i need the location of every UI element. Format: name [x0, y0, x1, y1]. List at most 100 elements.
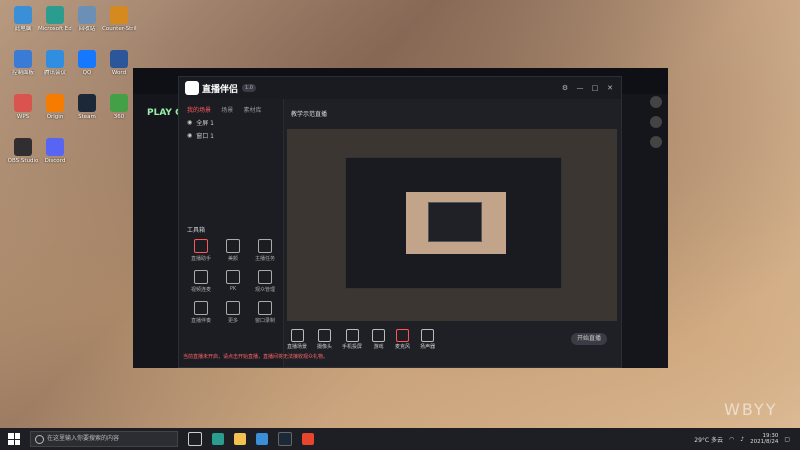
record-icon: [258, 301, 272, 315]
desktop-icon[interactable]: Counter-Strike: [102, 6, 136, 32]
button-game[interactable]: 游戏: [372, 328, 386, 350]
notification-icon[interactable]: ▢: [784, 436, 790, 443]
tool-tasks[interactable]: 主播任务: [249, 239, 281, 262]
app-icon: [46, 6, 64, 24]
file-explorer-icon[interactable]: [234, 433, 246, 445]
clock[interactable]: 19:30 2021/8/24: [750, 433, 778, 445]
minimize-button[interactable]: —: [575, 83, 585, 93]
desktop-icon[interactable]: Origin: [38, 94, 72, 120]
weather-text[interactable]: 29°C 多云: [694, 435, 723, 444]
scene-item[interactable]: ◉ 窗口 1: [187, 131, 283, 140]
taskbar: 在这里输入你要搜索的内容 29°C 多云 ◠ ♪ 19:30 2021/8/24…: [0, 428, 800, 450]
button-speaker[interactable]: 扬声器: [420, 328, 435, 350]
desktop-icon[interactable]: WPS: [6, 94, 40, 120]
desktop-icon-label: Discord: [44, 158, 66, 164]
tab-assets[interactable]: 素材库: [244, 105, 262, 114]
button-scene[interactable]: 直播场景: [287, 328, 307, 350]
store-icon[interactable]: [256, 433, 268, 445]
side-circle-icon[interactable]: [650, 136, 662, 148]
app-icon: [78, 94, 96, 112]
speaker-icon: [421, 328, 435, 342]
tool-co-host[interactable]: 视频连麦: [185, 270, 217, 293]
desktop-icon[interactable]: 控制面板: [6, 50, 40, 76]
tab-scenes[interactable]: 场景: [221, 105, 233, 114]
side-circle-icon[interactable]: [650, 116, 662, 128]
desktop-icon[interactable]: Steam: [70, 94, 104, 120]
button-mic[interactable]: 麦克风: [395, 328, 410, 350]
settings-icon[interactable]: ⚙: [560, 83, 570, 93]
music-icon: [194, 301, 208, 315]
assistant-icon: [194, 239, 208, 253]
desktop-icon[interactable]: 360: [102, 94, 136, 120]
desktop-icon-label: 回收站: [78, 26, 96, 32]
desktop-icon[interactable]: Word: [102, 50, 136, 76]
button-camera[interactable]: 摄像头: [317, 328, 332, 350]
app-icon: [14, 6, 32, 24]
app-icon: [46, 50, 64, 68]
source-toolbar: 直播场景 摄像头 手机投屏 游戏 麦克风 扬声器 开始直播: [287, 327, 617, 351]
desktop-icon[interactable]: 腾讯会议: [38, 50, 72, 76]
desktop-icon[interactable]: QQ: [70, 50, 104, 76]
desktop-icon-label: Origin: [46, 114, 64, 120]
desktop-icon[interactable]: 回收站: [70, 6, 104, 32]
microphone-icon: [396, 328, 410, 342]
screen-icon: [290, 328, 304, 342]
side-circle-icon[interactable]: [650, 96, 662, 108]
live-companion-window[interactable]: 直播伴侣 1.0 ⚙ — □ ✕ 我的场景 场景 素材库 ◉ 全屏 1 ◉ 窗口…: [178, 76, 622, 368]
app-icon: [14, 94, 32, 112]
beauty-icon: [226, 239, 240, 253]
audience-icon: [258, 270, 272, 284]
more-icon: [226, 301, 240, 315]
steam-icon[interactable]: [278, 432, 292, 446]
tool-music[interactable]: 直播伴奏: [185, 301, 217, 324]
close-button[interactable]: ✕: [605, 83, 615, 93]
title-bar: 直播伴侣 1.0 ⚙ — □ ✕: [179, 77, 621, 99]
desktop-icon[interactable]: Microsoft Edge: [38, 6, 72, 32]
tool-live-assistant[interactable]: 直播助手: [185, 239, 217, 262]
app-icon: [110, 50, 128, 68]
tool-more[interactable]: 更多: [217, 301, 249, 324]
underlying-app-sidebar: [650, 96, 666, 156]
desktop-icon-label: 控制面板: [11, 70, 34, 76]
live-preview-canvas[interactable]: [287, 129, 617, 321]
tool-window-record[interactable]: 窗口录制: [249, 301, 281, 324]
app-icon: [78, 6, 96, 24]
nested-preview-inner: [406, 192, 506, 254]
tool-audience[interactable]: 观众管理: [249, 270, 281, 293]
desktop-icon-label: Word: [111, 70, 127, 76]
app-icon: [78, 50, 96, 68]
eye-icon[interactable]: ◉: [187, 119, 192, 126]
windows-start-icon[interactable]: [8, 433, 20, 445]
maximize-button[interactable]: □: [590, 83, 600, 93]
task-view-icon[interactable]: [188, 432, 202, 446]
button-phone-cast[interactable]: 手机投屏: [342, 328, 362, 350]
desktop-icon-label: Steam: [78, 114, 96, 120]
start-live-button[interactable]: 开始直播: [571, 333, 607, 345]
eye-icon[interactable]: ◉: [187, 132, 192, 139]
app-icon: [110, 6, 128, 24]
underlying-app-logo: PLAY C: [147, 108, 182, 118]
tool-pk[interactable]: PK: [217, 270, 249, 293]
taskbar-search[interactable]: 在这里输入你要搜索的内容: [30, 431, 178, 447]
app-icon: [14, 138, 32, 156]
network-icon[interactable]: ◠: [729, 436, 734, 443]
app-logo: 直播伴侣 1.0: [185, 81, 256, 95]
desktop-icon[interactable]: Discord: [38, 138, 72, 164]
co-host-icon: [194, 270, 208, 284]
scene-item[interactable]: ◉ 全屏 1: [187, 118, 283, 127]
app-icon: [14, 50, 32, 68]
app-icon: [46, 94, 64, 112]
live-companion-taskbar-icon[interactable]: [302, 433, 314, 445]
camera-icon: [318, 328, 332, 342]
desktop-icon-label: OBS Studio: [7, 158, 39, 164]
desktop-icon[interactable]: 此电脑: [6, 6, 40, 32]
volume-icon[interactable]: ♪: [740, 436, 744, 443]
pk-icon: [226, 270, 240, 284]
edge-icon[interactable]: [212, 433, 224, 445]
desktop-icon-label: 腾讯会议: [43, 70, 66, 76]
tool-beauty[interactable]: 美颜: [217, 239, 249, 262]
tab-my-scenes[interactable]: 我的场景: [187, 105, 211, 114]
desktop-icon-label: QQ: [82, 70, 92, 76]
app-icon: [110, 94, 128, 112]
desktop-icon[interactable]: OBS Studio: [6, 138, 40, 164]
